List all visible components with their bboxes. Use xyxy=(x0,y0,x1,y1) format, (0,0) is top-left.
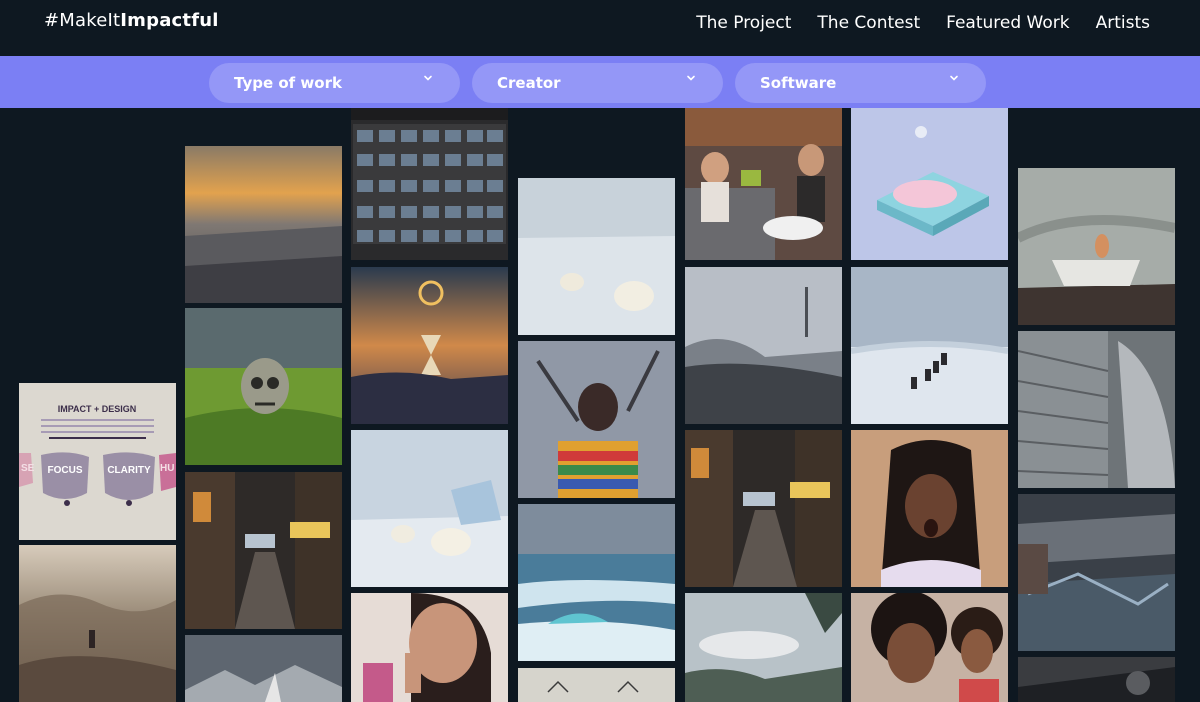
artwork-hiker-mountains[interactable] xyxy=(19,545,176,702)
dropdown-label: Software xyxy=(760,74,837,92)
artwork-surprised-portrait[interactable] xyxy=(851,430,1008,587)
type-of-work-dropdown[interactable]: Type of work xyxy=(209,63,460,103)
artwork-dog-sled[interactable] xyxy=(851,267,1008,424)
artwork-two-women[interactable] xyxy=(851,593,1008,702)
artwork-gallery: IMPACT + DESIGN SE FOCUS CLARITY HU xyxy=(0,108,1200,702)
artwork-mountain-snow-small[interactable] xyxy=(185,635,342,702)
artwork-skull-field[interactable] xyxy=(185,308,342,465)
artwork-glass-building[interactable] xyxy=(1018,331,1175,488)
site-logo[interactable]: #MakeItImpactful xyxy=(44,10,219,31)
artwork-makeup-portrait[interactable] xyxy=(351,593,508,702)
artwork-night-alley[interactable] xyxy=(185,472,342,629)
artwork-night-alley-2[interactable] xyxy=(685,430,842,587)
poster-pick-focus: FOCUS xyxy=(48,465,83,476)
artwork-hourglass-sunset[interactable] xyxy=(351,267,508,424)
artwork-flying-whale[interactable] xyxy=(685,593,842,702)
artwork-impact-design-poster[interactable]: IMPACT + DESIGN SE FOCUS CLARITY HU xyxy=(19,383,176,540)
artwork-woman-in-boat[interactable] xyxy=(1018,168,1175,325)
chevron-down-icon xyxy=(950,75,958,81)
software-dropdown[interactable]: Software xyxy=(735,63,986,103)
artwork-ice-floes[interactable] xyxy=(518,504,675,661)
creator-dropdown[interactable]: Creator xyxy=(472,63,723,103)
dropdown-label: Type of work xyxy=(234,74,342,92)
poster-edge-left: SE xyxy=(21,463,35,474)
logo-prefix: #MakeIt xyxy=(44,10,121,31)
filter-bar: Type of work Creator Software xyxy=(0,56,1200,108)
main-nav: The Project The Contest Featured Work Ar… xyxy=(696,13,1150,33)
nav-link-artists[interactable]: Artists xyxy=(1096,13,1150,33)
artwork-pink-turntable[interactable] xyxy=(851,108,1008,260)
top-navigation: #MakeItImpactful The Project The Contest… xyxy=(0,0,1200,56)
nav-link-the-contest[interactable]: The Contest xyxy=(817,13,920,33)
artwork-flooded-ruins[interactable] xyxy=(1018,494,1175,651)
artwork-polar-bears-ice[interactable] xyxy=(351,430,508,587)
artwork-polar-bears-snow[interactable] xyxy=(518,178,675,335)
artwork-snowy-hill-tower[interactable] xyxy=(685,267,842,424)
poster-title: IMPACT + DESIGN xyxy=(58,404,137,414)
chevron-down-icon xyxy=(687,75,695,81)
chevron-down-icon xyxy=(424,75,432,81)
artwork-rainbow-sweater[interactable] xyxy=(518,341,675,498)
dropdown-label: Creator xyxy=(497,74,561,92)
artwork-sketch-sheet[interactable] xyxy=(518,668,675,702)
poster-pick-clarity: CLARITY xyxy=(107,465,151,476)
nav-link-the-project[interactable]: The Project xyxy=(696,13,791,33)
artwork-interview-set[interactable] xyxy=(685,108,842,260)
poster-edge-right: HU xyxy=(160,463,174,474)
artwork-dark-machinery[interactable] xyxy=(1018,657,1175,702)
logo-bold: Impactful xyxy=(120,10,219,31)
artwork-lightroom-screenshot[interactable] xyxy=(351,108,508,260)
artwork-city-sunset[interactable] xyxy=(185,146,342,303)
nav-link-featured-work[interactable]: Featured Work xyxy=(946,13,1069,33)
